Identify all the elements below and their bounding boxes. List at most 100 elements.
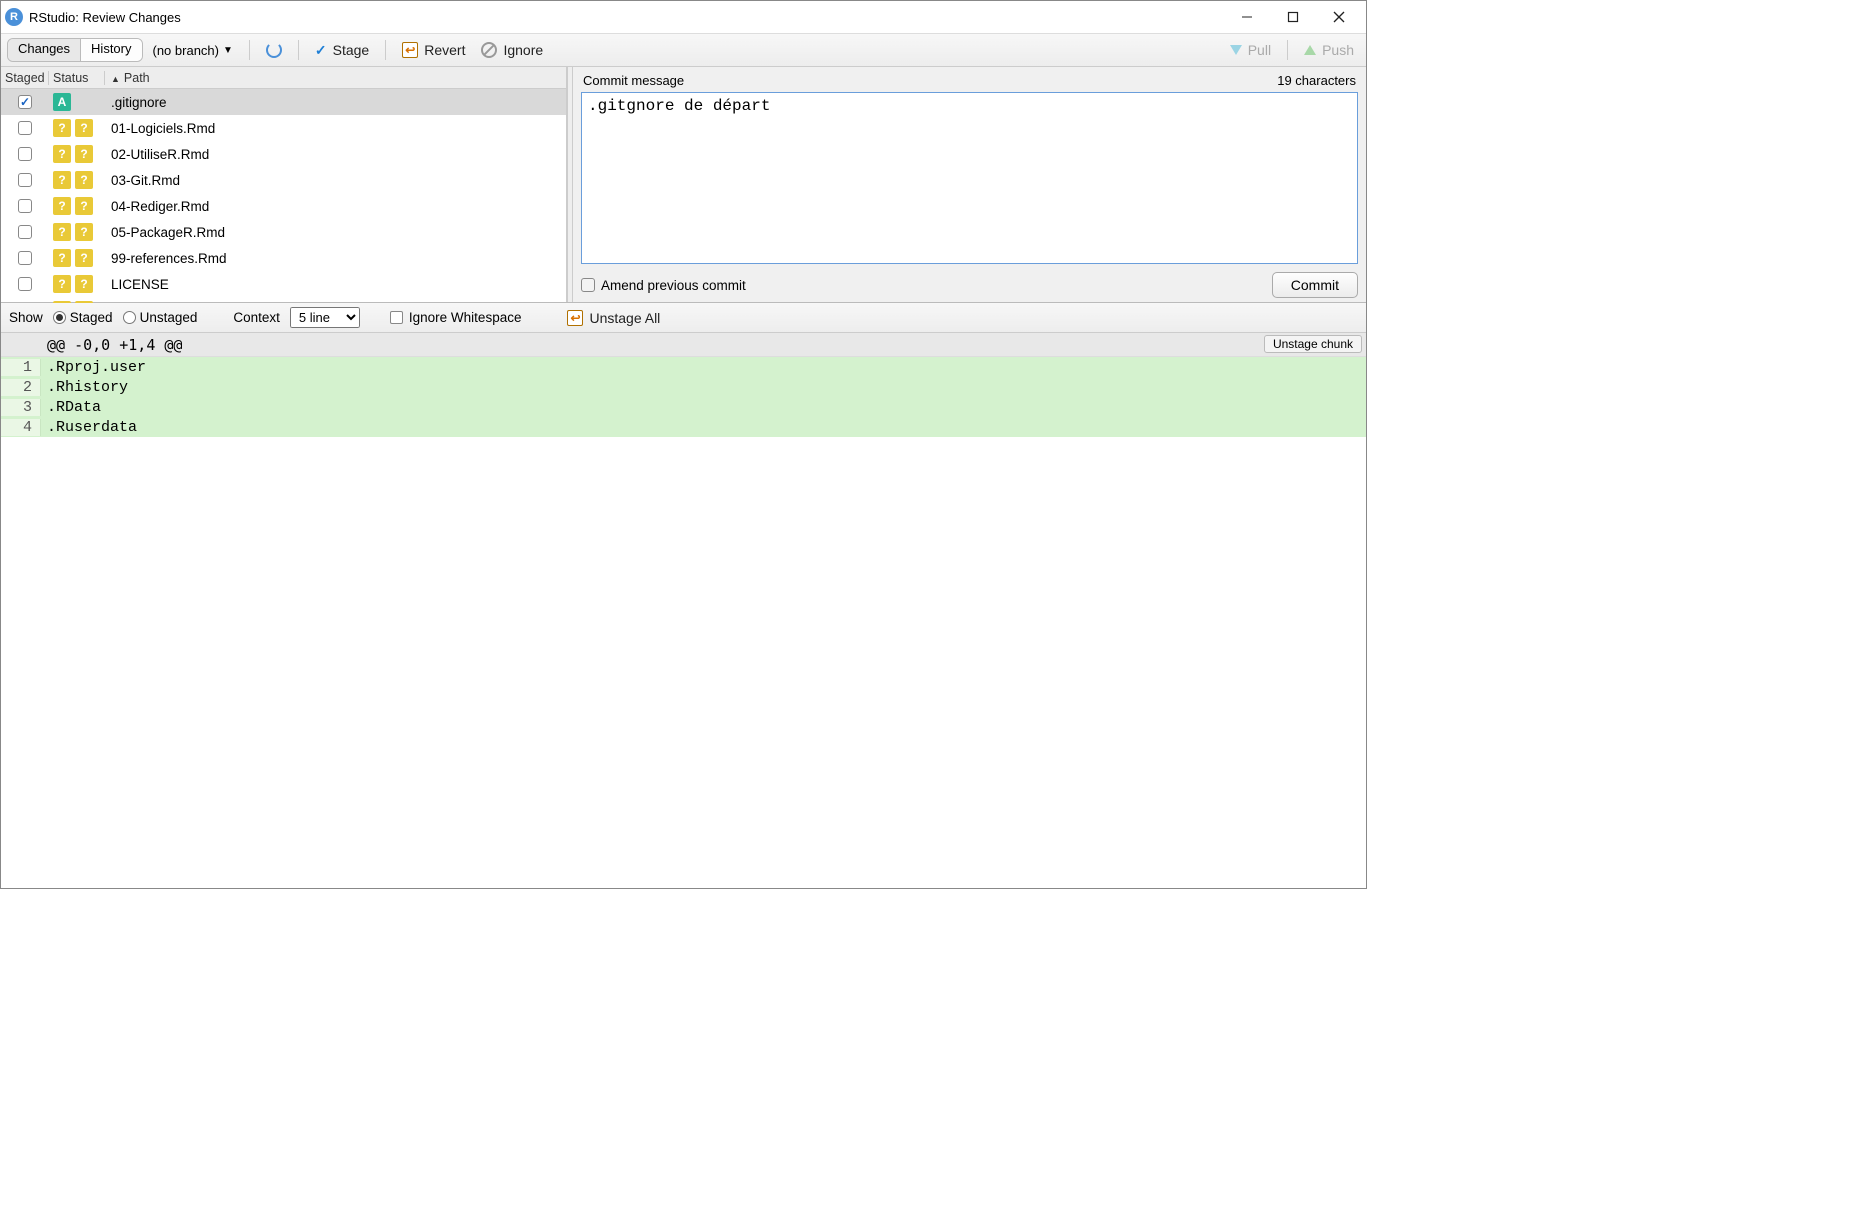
- tab-changes[interactable]: Changes: [8, 39, 81, 61]
- show-label: Show: [9, 310, 43, 325]
- context-label: Context: [233, 310, 280, 325]
- stage-checkbox[interactable]: [18, 199, 32, 213]
- file-row[interactable]: ??01-Logiciels.Rmd: [1, 115, 566, 141]
- stage-button[interactable]: ✓ Stage: [309, 40, 375, 61]
- commit-button[interactable]: Commit: [1272, 272, 1358, 298]
- separator: [1287, 40, 1288, 60]
- maximize-button[interactable]: [1270, 2, 1316, 32]
- window-title: RStudio: Review Changes: [29, 10, 181, 25]
- status-badge: ?: [75, 301, 93, 303]
- file-list[interactable]: A.gitignore??01-Logiciels.Rmd??02-Utilis…: [1, 89, 566, 303]
- ignore-icon: [481, 42, 497, 58]
- amend-checkbox[interactable]: Amend previous commit: [581, 278, 746, 293]
- ignore-button[interactable]: Ignore: [475, 40, 549, 60]
- commit-panel: Commit message 19 characters Amend previ…: [573, 67, 1366, 302]
- amend-label: Amend previous commit: [601, 278, 746, 293]
- revert-button[interactable]: ↩ Revert: [396, 40, 471, 60]
- file-row[interactable]: ??05-PackageR.Rmd: [1, 219, 566, 245]
- unstage-all-button[interactable]: ↩ Unstage All: [561, 308, 666, 328]
- push-label: Push: [1322, 42, 1354, 58]
- status-badge: ?: [75, 197, 93, 215]
- stage-checkbox[interactable]: [18, 277, 32, 291]
- separator: [298, 40, 299, 60]
- unstage-icon: ↩: [567, 310, 583, 326]
- file-path: .gitignore: [105, 95, 566, 110]
- status-badge: ?: [53, 249, 71, 267]
- line-number: 4: [1, 419, 41, 436]
- branch-selector[interactable]: (no branch) ▼: [147, 43, 239, 58]
- diff-line[interactable]: 2.Rhistory: [1, 377, 1366, 397]
- file-path: MyBook.bib: [105, 303, 566, 304]
- revert-label: Revert: [424, 42, 465, 58]
- commit-message-input[interactable]: [581, 92, 1358, 264]
- line-text: .Ruserdata: [41, 419, 137, 436]
- dropdown-icon: ▼: [223, 45, 233, 56]
- file-path: 01-Logiciels.Rmd: [105, 121, 566, 136]
- checkbox-icon: [390, 311, 403, 324]
- title-bar: R RStudio: Review Changes: [1, 1, 1366, 33]
- file-list-header: Staged Status ▲Path: [1, 67, 566, 89]
- file-row[interactable]: ??02-UtiliseR.Rmd: [1, 141, 566, 167]
- file-path: 04-Rediger.Rmd: [105, 199, 566, 214]
- col-path[interactable]: ▲Path: [105, 71, 566, 85]
- ignore-ws-label: Ignore Whitespace: [409, 310, 522, 325]
- rstudio-icon: R: [5, 8, 23, 26]
- file-path: 05-PackageR.Rmd: [105, 225, 566, 240]
- diff-line[interactable]: 1.Rproj.user: [1, 357, 1366, 377]
- separator: [249, 40, 250, 60]
- unstaged-label: Unstaged: [140, 310, 198, 325]
- file-path: 02-UtiliseR.Rmd: [105, 147, 566, 162]
- col-status[interactable]: Status: [49, 71, 105, 85]
- commit-message-label: Commit message: [583, 73, 684, 88]
- commit-header: Commit message 19 characters: [581, 71, 1358, 92]
- status-badge: ?: [53, 197, 71, 215]
- status-badge: ?: [53, 223, 71, 241]
- diff-toolbar: Show Staged Unstaged Context 5 line Igno…: [1, 303, 1366, 333]
- line-text: .RData: [41, 399, 101, 416]
- sort-icon: ▲: [111, 74, 120, 84]
- status-badge: ?: [75, 249, 93, 267]
- stage-checkbox[interactable]: [18, 173, 32, 187]
- file-row[interactable]: A .gitignore: [1, 89, 566, 115]
- pull-button[interactable]: Pull: [1224, 40, 1277, 60]
- line-number: 1: [1, 359, 41, 376]
- ignore-whitespace-checkbox[interactable]: Ignore Whitespace: [390, 310, 522, 325]
- file-row[interactable]: ?? 99-references.Rmd: [1, 245, 566, 271]
- status-badge: A: [53, 93, 71, 111]
- diff-view[interactable]: 1.Rproj.user2.Rhistory3.RData4.Ruserdata: [1, 357, 1366, 437]
- stage-checkbox[interactable]: [18, 251, 32, 265]
- view-tabs: Changes History: [7, 38, 143, 62]
- stage-checkbox[interactable]: [18, 121, 32, 135]
- stage-checkbox[interactable]: [18, 147, 32, 161]
- file-row[interactable]: ??LICENSE: [1, 271, 566, 297]
- line-number: 3: [1, 399, 41, 416]
- file-row[interactable]: ??03-Git.Rmd: [1, 167, 566, 193]
- radio-unstaged[interactable]: Unstaged: [123, 310, 198, 325]
- context-select[interactable]: 5 line: [290, 307, 360, 328]
- status-badge: ?: [75, 145, 93, 163]
- status-badge: ?: [53, 171, 71, 189]
- diff-line[interactable]: 3.RData: [1, 397, 1366, 417]
- diff-line[interactable]: 4.Ruserdata: [1, 417, 1366, 437]
- file-path: LICENSE: [105, 277, 566, 292]
- file-path: 99-references.Rmd: [105, 251, 566, 266]
- file-row[interactable]: ??MyBook.bib: [1, 297, 566, 303]
- staged-label: Staged: [70, 310, 113, 325]
- stage-checkbox[interactable]: [18, 225, 32, 239]
- unstage-chunk-button[interactable]: Unstage chunk: [1264, 335, 1362, 353]
- push-icon: [1304, 45, 1316, 55]
- stage-checkbox[interactable]: [18, 95, 32, 109]
- hunk-header: @@ -0,0 +1,4 @@ Unstage chunk: [1, 333, 1366, 357]
- main-toolbar: Changes History (no branch) ▼ ✓ Stage ↩ …: [1, 33, 1366, 67]
- revert-icon: ↩: [402, 42, 418, 58]
- tab-history[interactable]: History: [81, 39, 141, 61]
- col-staged[interactable]: Staged: [1, 71, 49, 85]
- radio-icon: [53, 311, 66, 324]
- close-button[interactable]: [1316, 2, 1362, 32]
- minimize-button[interactable]: [1224, 2, 1270, 32]
- file-row[interactable]: ?? 04-Rediger.Rmd: [1, 193, 566, 219]
- radio-staged[interactable]: Staged: [53, 310, 113, 325]
- push-button[interactable]: Push: [1298, 40, 1360, 60]
- refresh-button[interactable]: [260, 40, 288, 60]
- refresh-icon: [266, 42, 282, 58]
